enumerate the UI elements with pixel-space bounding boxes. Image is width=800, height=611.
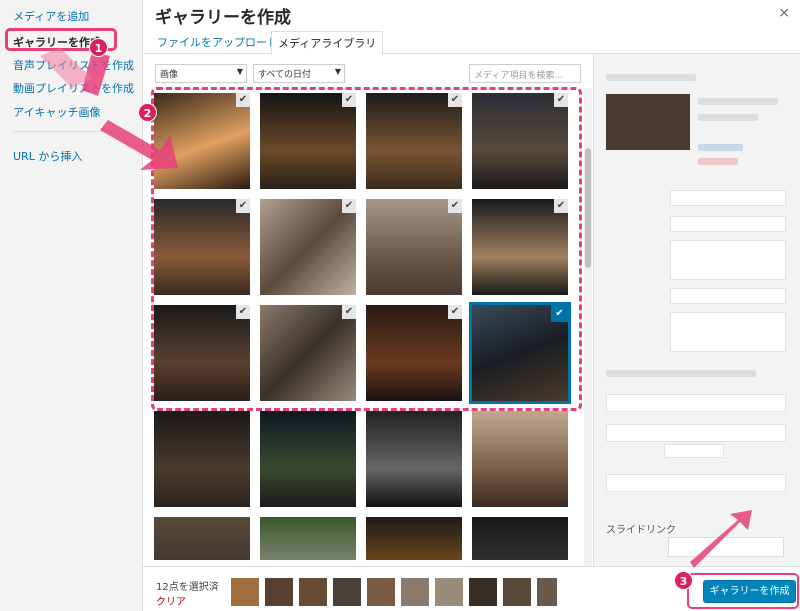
annotation-arrows — [40, 48, 752, 568]
annotation-badge-3: 3 — [674, 571, 693, 590]
annotation-badge-1: 1 — [89, 38, 108, 57]
arrow-3 — [690, 510, 752, 568]
arrow-2 — [100, 120, 178, 170]
annotation-badge-2: 2 — [138, 103, 157, 122]
